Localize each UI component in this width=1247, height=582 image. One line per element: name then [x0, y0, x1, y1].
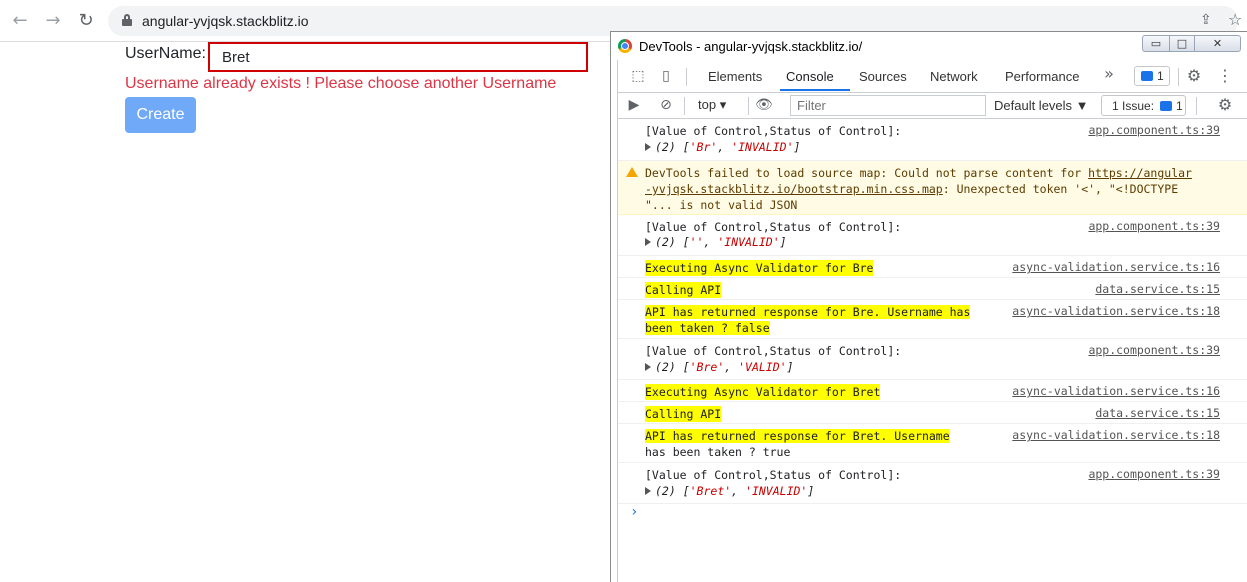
console-message: Calling API data.service.ts:15: [618, 278, 1247, 300]
console-output[interactable]: [Value of Control,Status of Control]: ap…: [617, 119, 1247, 582]
context-select[interactable]: top ▾: [698, 97, 726, 113]
warning-icon: [626, 167, 638, 177]
forward-icon[interactable]: →: [43, 11, 63, 31]
console-message: [Value of Control,Status of Control]: ap…: [618, 215, 1247, 256]
console-prompt-icon[interactable]: ›: [630, 504, 638, 520]
array-preview[interactable]: (2) ['Bre', 'VALID']: [645, 360, 794, 374]
minimize-button[interactable]: ▭: [1142, 35, 1170, 52]
chrome-logo-icon: [618, 39, 632, 53]
log-levels-select[interactable]: Default levels ▼: [994, 98, 1089, 113]
username-input[interactable]: [208, 42, 588, 72]
messages-badge[interactable]: 1: [1134, 66, 1170, 86]
array-preview[interactable]: (2) ['', 'INVALID']: [645, 235, 787, 249]
source-link[interactable]: app.component.ts:39: [1088, 123, 1220, 137]
reload-icon[interactable]: ↻: [76, 11, 96, 31]
username-label: UserName:: [125, 45, 206, 62]
tab-console[interactable]: Console: [786, 69, 834, 84]
devtools-tabs-bar: ⬚ ▯ Elements Console Sources Network Per…: [617, 60, 1247, 93]
settings-gear-icon[interactable]: ⚙: [1186, 68, 1202, 84]
share-icon[interactable]: ⇪: [1200, 12, 1212, 28]
source-link[interactable]: app.component.ts:39: [1088, 343, 1220, 357]
console-message: [Value of Control,Status of Control]: ap…: [618, 339, 1247, 380]
devtools-window: DevTools - angular-yvjqsk.stackblitz.io/…: [610, 31, 1247, 582]
source-map-link[interactable]: https://angular: [1088, 166, 1192, 180]
lock-icon: [122, 14, 132, 26]
inspect-element-icon[interactable]: ⬚: [630, 68, 646, 84]
issue-icon: [1160, 101, 1172, 111]
console-message: API has returned response for Bret. User…: [618, 424, 1247, 463]
tab-performance[interactable]: Performance: [1005, 69, 1079, 84]
more-options-icon[interactable]: ⋮: [1217, 68, 1233, 84]
console-message: Executing Async Validator for Bret async…: [618, 380, 1247, 402]
username-error-message: Username already exists ! Please choose …: [125, 75, 557, 92]
source-link[interactable]: app.component.ts:39: [1088, 219, 1220, 233]
tab-elements[interactable]: Elements: [708, 69, 762, 84]
clear-console-icon[interactable]: ⊘: [658, 97, 674, 113]
console-message: Executing Async Validator for Bre async-…: [618, 256, 1247, 278]
back-icon[interactable]: ←: [10, 11, 30, 31]
console-message: Calling API data.service.ts:15: [618, 402, 1247, 424]
create-button[interactable]: Create: [125, 97, 196, 133]
source-link[interactable]: data.service.ts:15: [1095, 282, 1220, 296]
source-link[interactable]: async-validation.service.ts:16: [1012, 384, 1220, 398]
array-preview[interactable]: (2) ['Br', 'INVALID']: [645, 140, 800, 154]
bookmark-star-icon[interactable]: ☆: [1228, 10, 1242, 29]
more-tabs-icon[interactable]: »: [1101, 66, 1117, 82]
live-expression-eye-icon[interactable]: 👁: [755, 97, 773, 113]
devtools-titlebar: DevTools - angular-yvjqsk.stackblitz.io/…: [611, 32, 1247, 60]
source-link[interactable]: data.service.ts:15: [1095, 406, 1220, 420]
console-message: API has returned response for Bre. Usern…: [618, 300, 1247, 339]
issues-button[interactable]: 1 Issue: 1: [1101, 95, 1186, 116]
source-map-link-cont[interactable]: -yvjqsk.stackblitz.io/bootstrap.min.css.…: [645, 182, 943, 196]
console-settings-gear-icon[interactable]: ⚙: [1217, 97, 1233, 113]
url-text: angular-yvjqsk.stackblitz.io: [142, 13, 309, 29]
source-link[interactable]: async-validation.service.ts:18: [1012, 304, 1220, 318]
source-link[interactable]: app.component.ts:39: [1088, 467, 1220, 481]
active-tab-indicator: [780, 89, 850, 91]
maximize-button[interactable]: □: [1169, 35, 1195, 52]
page-content: UserName: Username already exists ! Plea…: [0, 42, 610, 582]
source-link[interactable]: async-validation.service.ts:16: [1012, 260, 1220, 274]
tab-network[interactable]: Network: [930, 69, 978, 84]
sidebar-toggle-icon[interactable]: ▶: [626, 97, 642, 113]
message-icon: [1141, 71, 1153, 81]
devtools-title: DevTools - angular-yvjqsk.stackblitz.io/: [639, 39, 863, 54]
array-preview[interactable]: (2) ['Bret', 'INVALID']: [645, 484, 814, 498]
tab-sources[interactable]: Sources: [859, 69, 907, 84]
filter-input[interactable]: [790, 95, 986, 116]
source-link[interactable]: async-validation.service.ts:18: [1012, 428, 1220, 442]
console-message: [Value of Control,Status of Control]: ap…: [618, 463, 1247, 504]
console-warning: DevTools failed to load source map: Coul…: [618, 161, 1247, 215]
console-message: [Value of Control,Status of Control]: ap…: [618, 119, 1247, 161]
device-toolbar-icon[interactable]: ▯: [658, 68, 674, 84]
close-button[interactable]: ✕: [1194, 35, 1241, 52]
console-toolbar: ▶ ⊘ top ▾ 👁 Default levels ▼ 1 Issue: 1 …: [617, 93, 1247, 119]
